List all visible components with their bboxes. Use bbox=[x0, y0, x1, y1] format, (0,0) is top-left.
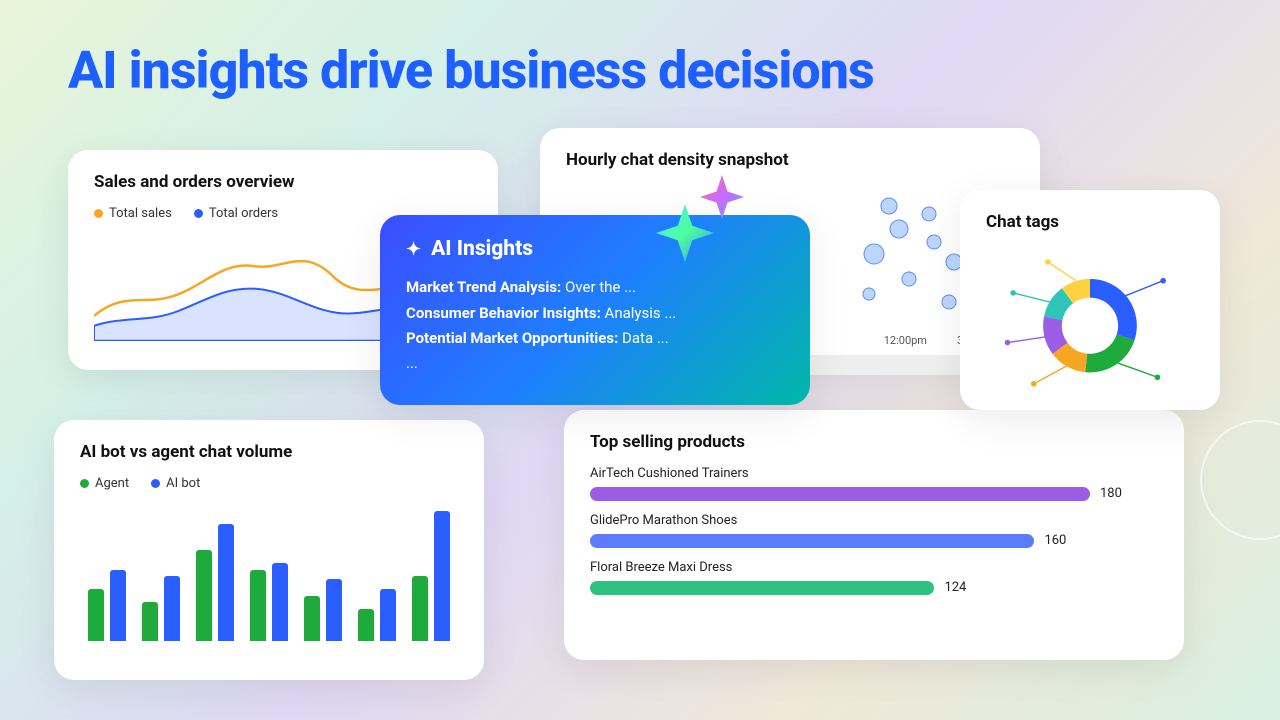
tags-title: Chat tags bbox=[986, 212, 1194, 232]
top-title: Top selling products bbox=[590, 432, 1158, 452]
agent-bar bbox=[412, 576, 428, 641]
bar-group bbox=[304, 579, 342, 641]
ai-bot-bar bbox=[164, 576, 180, 641]
legend-agent: Agent bbox=[80, 476, 129, 491]
legend-label: AI bot bbox=[166, 476, 200, 491]
legend-label: Total orders bbox=[209, 206, 278, 221]
volume-legend: Agent AI bot bbox=[80, 476, 458, 491]
ai-insights-title: AI Insights bbox=[431, 237, 533, 261]
agent-bar bbox=[142, 602, 158, 641]
ai-bot-bar bbox=[110, 570, 126, 642]
legend-ai-bot: AI bot bbox=[151, 476, 200, 491]
tags-donut-chart bbox=[986, 246, 1194, 396]
product-row: Floral Breeze Maxi Dress 124 bbox=[590, 560, 1158, 595]
sales-title: Sales and orders overview bbox=[94, 172, 472, 192]
agent-bar bbox=[196, 550, 212, 641]
bar-group bbox=[358, 589, 396, 641]
card-chat-volume: AI bot vs agent chat volume Agent AI bot bbox=[54, 420, 484, 680]
bar-group bbox=[88, 570, 126, 642]
sparkle-icon: ✦ bbox=[406, 239, 421, 260]
legend-label: Total sales bbox=[109, 206, 172, 221]
ai-bot-bar bbox=[326, 579, 342, 641]
ai-insight-line: Potential Market Opportunities: Data ... bbox=[406, 326, 784, 352]
ai-bot-bar bbox=[380, 589, 396, 641]
legend-total-sales: Total sales bbox=[94, 206, 172, 221]
product-name: Floral Breeze Maxi Dress bbox=[590, 560, 1158, 575]
ai-bot-bar bbox=[272, 563, 288, 641]
decor-circle bbox=[1200, 420, 1280, 540]
volume-bar-chart bbox=[80, 501, 458, 641]
dot-icon bbox=[80, 479, 89, 488]
ai-bot-bar bbox=[218, 524, 234, 641]
product-row: AirTech Cushioned Trainers 180 bbox=[590, 466, 1158, 501]
x-tick-label: 12:00pm bbox=[884, 334, 927, 347]
dot-icon bbox=[151, 479, 160, 488]
product-value: 124 bbox=[944, 580, 966, 595]
dot-icon bbox=[194, 209, 203, 218]
bar-group bbox=[412, 511, 450, 641]
product-name: GlidePro Marathon Shoes bbox=[590, 513, 1158, 528]
sparkle-decor-icon bbox=[656, 204, 714, 262]
product-bar bbox=[590, 487, 1090, 501]
hero-title: AI insights drive business decisions bbox=[68, 40, 874, 101]
top-products-list: AirTech Cushioned Trainers 180 GlidePro Ma… bbox=[590, 466, 1158, 595]
product-value: 180 bbox=[1100, 486, 1122, 501]
ai-bot-bar bbox=[434, 511, 450, 641]
ai-insight-line: Consumer Behavior Insights: Analysis ... bbox=[406, 301, 784, 327]
ai-more-ellipsis: ... bbox=[406, 354, 784, 372]
product-value: 160 bbox=[1044, 533, 1066, 548]
product-row: GlidePro Marathon Shoes 160 bbox=[590, 513, 1158, 548]
legend-total-orders: Total orders bbox=[194, 206, 278, 221]
agent-bar bbox=[304, 596, 320, 642]
agent-bar bbox=[358, 609, 374, 642]
ai-insight-line: Market Trend Analysis: Over the ... bbox=[406, 275, 784, 301]
product-bar bbox=[590, 534, 1034, 548]
card-ai-insights: ✦ AI Insights Market Trend Analysis: Ove… bbox=[380, 215, 810, 405]
product-name: AirTech Cushioned Trainers bbox=[590, 466, 1158, 481]
bar-group bbox=[250, 563, 288, 641]
volume-title: AI bot vs agent chat volume bbox=[80, 442, 458, 462]
agent-bar bbox=[88, 589, 104, 641]
product-bar bbox=[590, 581, 934, 595]
bar-group bbox=[196, 524, 234, 641]
card-chat-tags: Chat tags bbox=[960, 190, 1220, 410]
bar-group bbox=[142, 576, 180, 641]
density-title: Hourly chat density snapshot bbox=[566, 150, 1014, 170]
agent-bar bbox=[250, 570, 266, 642]
card-top-products: Top selling products AirTech Cushioned T… bbox=[564, 410, 1184, 660]
legend-label: Agent bbox=[95, 476, 129, 491]
dot-icon bbox=[94, 209, 103, 218]
